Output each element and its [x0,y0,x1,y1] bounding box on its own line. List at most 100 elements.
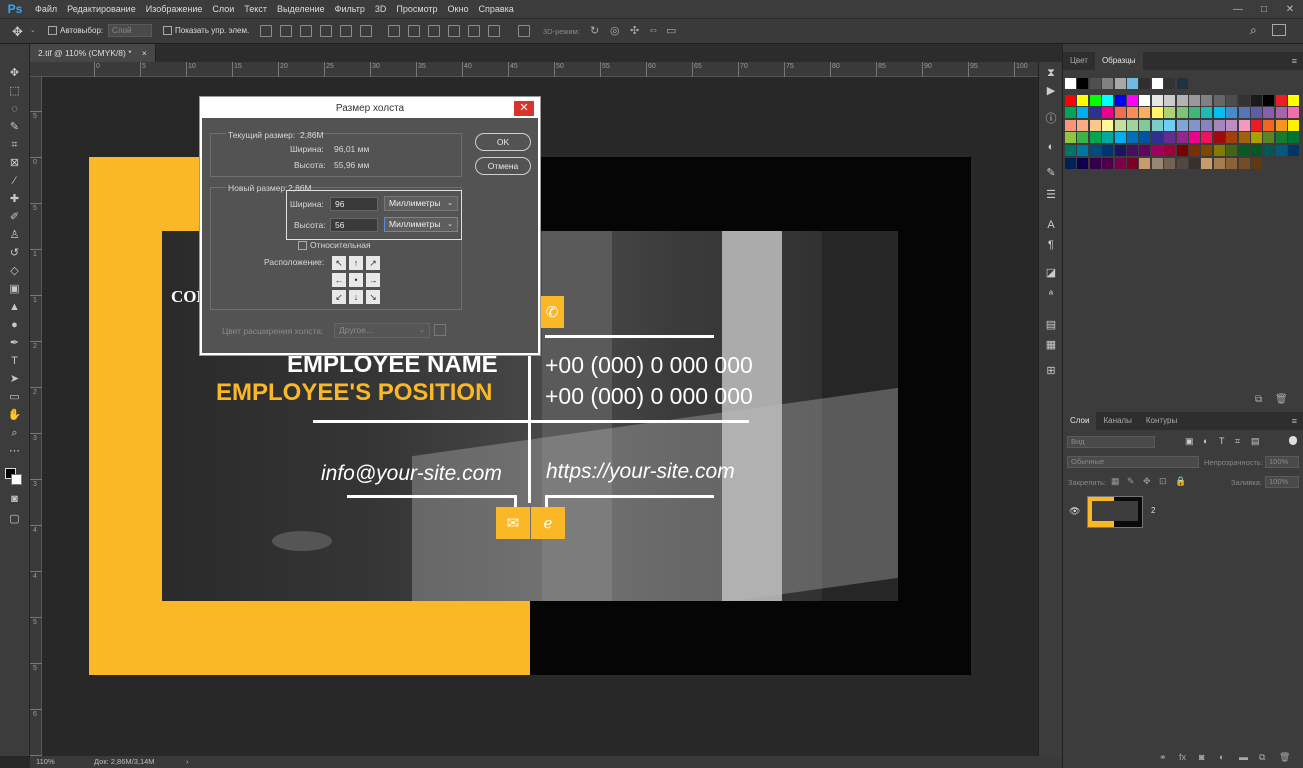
color-swatch[interactable] [1251,132,1262,144]
panel-menu-icon[interactable]: ≡ [1292,56,1297,66]
layer-name[interactable]: 2 [1151,506,1155,515]
color-swatch[interactable] [1151,119,1163,131]
marquee-tool-icon[interactable]: ⬚ [6,84,23,98]
color-swatch[interactable] [1102,119,1114,131]
color-swatch[interactable] [1275,132,1287,144]
color-swatch[interactable] [1213,107,1225,119]
color-swatch[interactable] [1151,107,1163,119]
close-icon[interactable]: ✕ [514,101,534,116]
color-swatch[interactable] [1189,157,1200,169]
document-tab[interactable]: 2.tif @ 110% (CMYK/8) * × [30,44,156,62]
color-swatch[interactable] [1127,94,1138,106]
color-swatch[interactable] [1226,157,1238,169]
blur-tool-icon[interactable]: ▲ [6,300,23,314]
status-menu-arrow[interactable]: › [186,756,189,768]
color-swatch[interactable] [1189,132,1200,144]
show-transform-checkbox[interactable]: Показать упр. элем. [163,26,249,36]
menu-window[interactable]: Окно [443,0,474,18]
color-swatch[interactable] [1127,145,1138,156]
color-swatch[interactable] [1176,145,1188,156]
color-swatch[interactable] [1251,157,1262,169]
relative-checkbox-box[interactable] [298,241,307,251]
dodge-tool-icon[interactable]: ● [6,318,23,332]
move-tool-icon[interactable]: ✥ [6,66,23,80]
anchor-n-icon[interactable]: ↑ [349,256,363,270]
layer-mask-icon[interactable]: ◙ [1199,752,1204,762]
opacity-field[interactable]: 100% [1265,456,1299,468]
color-swatch[interactable] [1089,119,1101,131]
color-swatch[interactable] [1065,78,1076,89]
new-layer-icon[interactable]: ⧉ [1259,752,1265,763]
color-swatch[interactable] [1189,107,1200,119]
color-swatch[interactable] [1089,107,1101,119]
distribute-vcenter-icon[interactable] [408,25,420,37]
color-swatch[interactable] [1288,107,1300,119]
align-right-icon[interactable] [360,25,372,37]
color-swatch[interactable] [1263,132,1275,144]
link-layers-icon[interactable]: ⚭ [1159,752,1167,763]
color-swatch[interactable] [1089,132,1101,144]
color-swatch[interactable] [1089,145,1101,156]
color-swatch[interactable] [1077,94,1089,106]
color-swatch[interactable] [1139,107,1151,119]
background-color[interactable] [11,474,22,485]
color-swatch[interactable] [1139,157,1151,169]
menu-layers[interactable]: Слои [207,0,239,18]
color-swatch[interactable] [1127,107,1138,119]
maximize-button[interactable]: □ [1251,0,1277,18]
3d-scale-icon[interactable]: ▭ [666,24,676,37]
quick-select-tool-icon[interactable]: ✎ [6,120,23,134]
history-icon[interactable]: ⧗ [1043,66,1059,80]
anchor-center-icon[interactable]: • [349,273,363,287]
timeline-icon[interactable]: ⊞ [1043,364,1059,378]
color-swatch[interactable] [1151,78,1163,89]
adjustment-layer-icon[interactable]: ◐ [1219,752,1224,762]
zoom-tool-icon[interactable]: ⌕ [6,426,23,440]
anchor-w-icon[interactable]: ← [332,273,346,287]
color-swatch[interactable] [1077,132,1089,144]
align-top-icon[interactable] [260,25,272,37]
color-swatch[interactable] [1102,78,1114,89]
color-swatch[interactable] [1114,157,1126,169]
color-swatch[interactable] [1288,132,1300,144]
color-swatch[interactable] [1275,145,1287,156]
anchor-e-icon[interactable]: → [366,273,380,287]
width-units-select[interactable]: Миллиметры ⌄ [384,196,458,211]
zoom-level[interactable]: 110% [36,756,55,768]
color-swatch[interactable] [1288,145,1300,156]
cancel-button[interactable]: Отмена [475,157,531,175]
color-swatch[interactable] [1176,132,1188,144]
color-swatch[interactable] [1176,119,1188,131]
delete-layer-icon[interactable]: 🗑 [1279,752,1290,763]
color-swatch[interactable] [1288,94,1300,106]
color-swatch[interactable] [1151,157,1163,169]
blend-mode-select[interactable]: Обычные [1067,456,1199,468]
color-swatch[interactable] [1077,119,1089,131]
lock-position-icon[interactable]: ✥ [1143,476,1151,487]
tab-channels[interactable]: Каналы [1096,412,1138,430]
3d-rotate-icon[interactable]: ↻ [590,24,599,37]
stamp-tool-icon[interactable]: ♙ [6,228,23,242]
filter-type-icon[interactable]: T [1219,436,1225,446]
glyphs-icon[interactable]: ◪ [1043,266,1059,280]
color-swatch[interactable] [1226,145,1238,156]
layer-row[interactable]: 👁 2 [1063,492,1303,536]
color-swatch[interactable] [1139,78,1151,89]
color-swatch[interactable] [1164,78,1176,89]
color-swatch[interactable] [1251,119,1262,131]
align-left-icon[interactable] [320,25,332,37]
color-swatch[interactable] [1127,119,1138,131]
color-swatch[interactable] [1077,78,1089,89]
height-units-select[interactable]: Миллиметры ⌄ [384,217,458,232]
color-swatch[interactable] [1102,107,1114,119]
character-styles-icon[interactable]: ª [1043,288,1059,302]
color-swatch[interactable] [1201,132,1213,144]
color-swatch[interactable] [1213,132,1225,144]
color-swatch[interactable] [1065,145,1076,156]
new-width-input[interactable]: 96 [330,197,378,211]
menu-edit[interactable]: Редактирование [62,0,141,18]
filter-toggle[interactable] [1289,436,1297,445]
filter-smart-icon[interactable]: ▤ [1251,436,1260,447]
menu-view[interactable]: Просмотр [391,0,442,18]
color-swatch[interactable] [1164,107,1176,119]
